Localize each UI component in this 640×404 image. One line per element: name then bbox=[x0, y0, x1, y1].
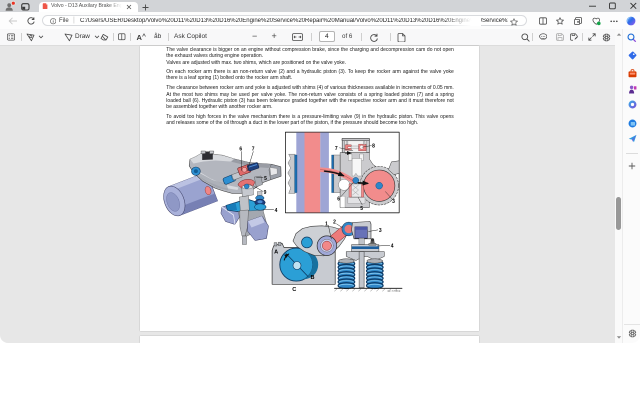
svg-text:9: 9 bbox=[263, 190, 266, 196]
svg-text:3: 3 bbox=[378, 228, 381, 234]
svg-text:1: 1 bbox=[325, 221, 328, 227]
svg-text:4: 4 bbox=[390, 244, 393, 250]
svg-text:7: 7 bbox=[251, 147, 254, 153]
svg-text:2: 2 bbox=[333, 219, 336, 225]
svg-text:4: 4 bbox=[274, 208, 277, 214]
svg-text:8: 8 bbox=[372, 143, 375, 149]
svg-text:5: 5 bbox=[264, 176, 267, 182]
svg-text:6: 6 bbox=[337, 196, 340, 202]
svg-text:B: B bbox=[310, 275, 314, 281]
svg-text:02-77-869: 02-77-869 bbox=[387, 289, 400, 293]
svg-text:A: A bbox=[274, 250, 278, 256]
svg-text:6: 6 bbox=[239, 147, 242, 153]
svg-text:C: C bbox=[292, 287, 296, 293]
svg-text:3: 3 bbox=[392, 199, 395, 205]
svg-text:7: 7 bbox=[334, 146, 337, 152]
svg-text:5: 5 bbox=[360, 206, 363, 212]
